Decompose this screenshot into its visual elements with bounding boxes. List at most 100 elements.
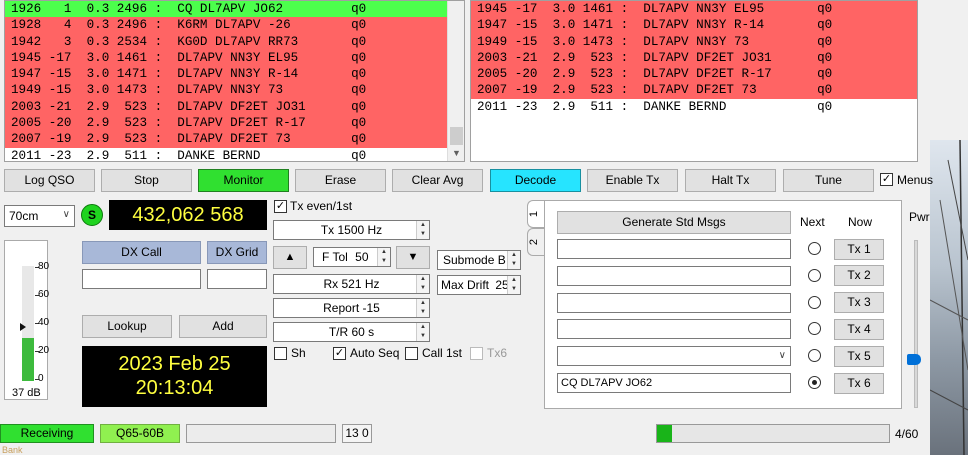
report-spinbox[interactable]: Report -15 ▲ ▼	[273, 298, 430, 318]
log-qso-button[interactable]: Log QSO	[4, 169, 95, 192]
tx5-now-button[interactable]: Tx 5	[834, 345, 884, 367]
chevron-down-icon[interactable]: ∨	[779, 347, 786, 365]
band-select[interactable]: 70cm ∨	[4, 205, 75, 227]
decode-line[interactable]: 2005 -20 2.9 523 : DL7APV DF2ET R-17 q0	[471, 66, 917, 83]
now-column-label: Now	[848, 215, 873, 229]
pwr-slider-handle[interactable]	[907, 354, 921, 365]
generate-std-msgs-button[interactable]: Generate Std Msgs	[557, 211, 791, 234]
auto-seq-checkbox[interactable]: ✓	[333, 347, 346, 360]
erase-button[interactable]: Erase	[295, 169, 386, 192]
meter-peak-marker-icon	[20, 323, 26, 331]
tx5-message-input[interactable]: ∨	[557, 346, 791, 367]
menus-label: Menus	[897, 173, 934, 187]
s-indicator-badge: S	[81, 204, 103, 226]
tx3-message-input[interactable]	[557, 292, 791, 313]
decode-button[interactable]: Decode	[490, 169, 581, 192]
enable-tx-button[interactable]: Enable Tx	[587, 169, 678, 192]
ftol-spinbox[interactable]: F Tol 50 ▲ ▼	[313, 247, 391, 267]
menus-checkbox[interactable]: ✓	[880, 173, 893, 186]
tune-button[interactable]: Tune	[783, 169, 874, 192]
decode-line[interactable]: 1947 -15 3.0 1471 : DL7APV NN3Y R-14 q0	[5, 66, 464, 83]
dx-call-label: DX Call	[82, 241, 201, 264]
clock-time: 20:13:04	[135, 377, 214, 399]
tx6-next-radio[interactable]	[808, 376, 821, 389]
decode-line[interactable]: 1947 -15 3.0 1471 : DL7APV NN3Y R-14 q0	[471, 17, 917, 34]
decode-line[interactable]: 2011 -23 2.9 511 : DANKE BERND q0	[5, 148, 464, 161]
tx6-checkbox[interactable]	[470, 347, 483, 360]
spin-arrows-icon[interactable]: ▲ ▼	[416, 323, 429, 341]
clear-avg-button[interactable]: Clear Avg	[392, 169, 483, 192]
decode-line[interactable]: 1928 4 0.3 2496 : K6RM DL7APV -26 q0	[5, 17, 464, 34]
dx-call-input[interactable]	[82, 269, 201, 289]
tx-progress-fill	[657, 425, 673, 442]
tx-even-label: Tx even/1st	[290, 199, 353, 213]
mode-status: Q65-60B	[100, 424, 180, 443]
signal-meter: 80 60 40 20 0 37 dB	[4, 240, 49, 400]
pwr-slider-track[interactable]	[914, 240, 918, 408]
stop-button[interactable]: Stop	[101, 169, 192, 192]
dx-grid-input[interactable]	[207, 269, 267, 289]
meter-tick-label: 0	[38, 373, 44, 384]
counter-status: 13 0	[342, 424, 372, 443]
monitor-button[interactable]: Monitor	[198, 169, 289, 192]
tx4-now-button[interactable]: Tx 4	[834, 318, 884, 340]
submode-value: Submode B	[443, 253, 506, 267]
freq-up-button[interactable]: ▲	[273, 246, 307, 269]
tab-2-label: 2	[528, 238, 541, 246]
auto-seq-label: Auto Seq	[350, 346, 400, 360]
max-drift-spinbox[interactable]: Max Drift 25 ▲ ▼	[437, 275, 521, 295]
rx-frequency-value: Rx 521 Hz	[323, 277, 380, 291]
add-button[interactable]: Add	[179, 315, 267, 338]
decode-line[interactable]: 2007 -19 2.9 523 : DL7APV DF2ET 73 q0	[5, 131, 464, 148]
tx4-message-input[interactable]	[557, 319, 791, 340]
tx1-message-input[interactable]	[557, 239, 791, 259]
band-activity-scrollbar[interactable]: ▼	[447, 1, 464, 161]
tx6-now-button[interactable]: Tx 6	[834, 372, 884, 394]
spin-arrows-icon[interactable]: ▲ ▼	[507, 276, 520, 294]
tx2-next-radio[interactable]	[808, 268, 821, 282]
rx-frequency-pane[interactable]: 1945 -17 3.0 1461 : DL7APV NN3Y EL95 q0 1…	[470, 0, 918, 162]
tx1-next-radio[interactable]	[808, 242, 821, 255]
spin-arrows-icon[interactable]: ▲ ▼	[377, 248, 390, 266]
halt-tx-button[interactable]: Halt Tx	[685, 169, 776, 192]
tab-2[interactable]: 2	[527, 228, 545, 256]
spin-arrows-icon[interactable]: ▲ ▼	[507, 251, 520, 269]
band-activity-pane[interactable]: 1926 1 0.3 2496 : CQ DL7APV JO62 q0 1928 …	[4, 0, 465, 162]
scrollbar-thumb[interactable]	[450, 127, 463, 145]
lookup-button[interactable]: Lookup	[82, 315, 172, 338]
spin-arrows-icon[interactable]: ▲ ▼	[416, 275, 429, 293]
max-drift-label: Max Drift	[441, 278, 489, 292]
tx1-now-button[interactable]: Tx 1	[834, 238, 884, 260]
tx3-now-button[interactable]: Tx 3	[834, 292, 884, 314]
rx-frequency-spinbox[interactable]: Rx 521 Hz ▲ ▼	[273, 274, 430, 294]
dx-grid-label: DX Grid	[207, 241, 267, 264]
tx2-message-input[interactable]	[557, 265, 791, 286]
decode-line[interactable]: 1945 -17 3.0 1461 : DL7APV NN3Y EL95 q0	[471, 1, 917, 18]
decode-line[interactable]: 1949 -15 3.0 1473 : DL7APV NN3Y 73 q0	[471, 33, 917, 50]
tx3-next-radio[interactable]	[808, 295, 821, 309]
decode-line[interactable]: 1949 -15 3.0 1473 : DL7APV NN3Y 73 q0	[5, 82, 464, 99]
decode-line[interactable]: 1945 -17 3.0 1461 : DL7APV NN3Y EL95 q0	[5, 49, 464, 67]
freq-down-button[interactable]: ▼	[396, 246, 430, 269]
decode-line[interactable]: 2011 -23 2.9 511 : DANKE BERND q0	[471, 99, 917, 115]
tx-even-checkbox[interactable]: ✓	[274, 200, 287, 213]
call-1st-checkbox[interactable]	[405, 347, 418, 360]
tr-period-spinbox[interactable]: T/R 60 s ▲ ▼	[273, 322, 430, 342]
tx-frequency-spinbox[interactable]: Tx 1500 Hz ▲ ▼	[273, 220, 430, 240]
spin-arrows-icon[interactable]: ▲ ▼	[416, 221, 429, 239]
decode-line[interactable]: 2007 -19 2.9 523 : DL7APV DF2ET 73 q0	[471, 82, 917, 99]
spin-arrows-icon[interactable]: ▲ ▼	[416, 299, 429, 317]
decode-line[interactable]: 1926 1 0.3 2496 : CQ DL7APV JO62 q0	[5, 1, 464, 18]
decode-line[interactable]: 2003 -21 2.9 523 : DL7APV DF2ET JO31 q0	[5, 98, 464, 116]
tx2-now-button[interactable]: Tx 2	[834, 265, 884, 287]
tx6-message-input[interactable]: CQ DL7APV JO62	[557, 373, 791, 393]
progress-count: 4/60	[895, 427, 919, 441]
chevron-down-icon: ∨	[62, 209, 70, 220]
decode-line[interactable]: 2005 -20 2.9 523 : DL7APV DF2ET R-17 q0	[5, 115, 464, 132]
sh-checkbox[interactable]	[274, 347, 287, 360]
decode-line[interactable]: 1942 3 0.3 2534 : KG0D DL7APV RR73 q0	[5, 33, 464, 50]
decode-line[interactable]: 2003 -21 2.9 523 : DL7APV DF2ET JO31 q0	[471, 49, 917, 67]
scroll-down-icon[interactable]: ▼	[448, 145, 464, 161]
tab-1[interactable]: 1	[527, 200, 545, 228]
submode-spinbox[interactable]: Submode B ▲ ▼	[437, 250, 521, 270]
